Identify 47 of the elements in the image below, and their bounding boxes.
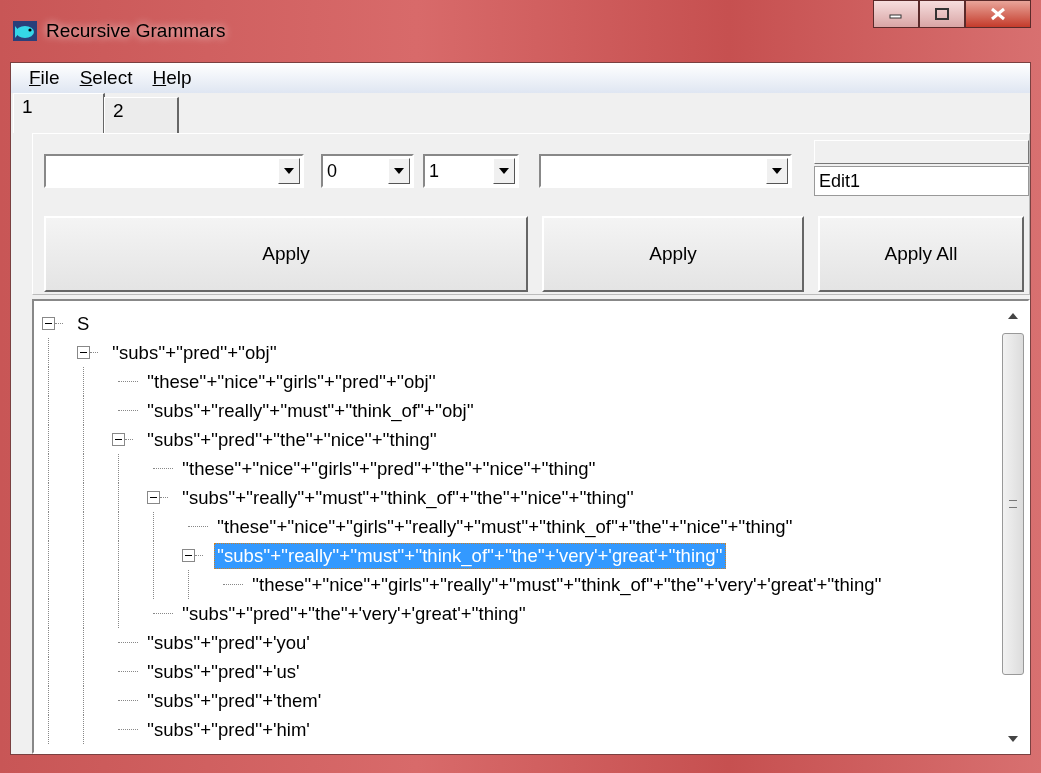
tree-node[interactable]: ''subs''+''pred''+''the''+''nice''+''thing'': [144, 426, 440, 453]
dropdown[interactable]: 1: [423, 154, 519, 188]
scroll-up-icon[interactable]: [1008, 313, 1018, 319]
close-button[interactable]: [965, 0, 1031, 28]
tree-node[interactable]: ''these''+''nice''+''girls''+''really''+''must''+''think_of''+''the''+''nice''+''thing'': [214, 513, 796, 540]
dropdown[interactable]: 0: [321, 154, 414, 188]
scrollbar-thumb[interactable]: [1002, 333, 1024, 675]
apply-button[interactable]: Apply: [542, 216, 804, 292]
tree-node[interactable]: ''subs''+''pred''+'us': [144, 658, 303, 685]
maximize-icon: [935, 8, 949, 20]
tree-node[interactable]: S: [74, 310, 93, 337]
tree-node[interactable]: ''subs''+''pred''+'them': [144, 687, 325, 714]
tab[interactable]: 1: [13, 93, 105, 133]
dropdown[interactable]: [44, 154, 304, 188]
maximize-button[interactable]: [919, 0, 965, 28]
fish-icon: [12, 20, 38, 42]
menu-item[interactable]: File: [21, 67, 68, 89]
apply-button[interactable]: Apply: [44, 216, 528, 292]
menu-item[interactable]: Help: [144, 67, 200, 89]
dropdown-arrow-icon: [284, 168, 294, 174]
collapse-box-icon[interactable]: [112, 433, 125, 446]
input-field[interactable]: Edit1: [814, 166, 1029, 196]
tree-node[interactable]: ''subs''+''really''+''must''+''think_of''+''the''+''nice''+''thing'': [179, 484, 637, 511]
tree-node[interactable]: ''subs''+''pred''+''the''+'very'+'great'+''thing'': [179, 600, 529, 627]
close-icon: [990, 7, 1006, 21]
blank-button[interactable]: [814, 140, 1029, 164]
tree-node[interactable]: ''these''+''nice''+''girls''+''really''+''must''+''think_of''+''the''+'very'+'great'+''thing'': [249, 571, 885, 598]
tree-node[interactable]: ''these''+''nice''+''girls''+''pred''+''obj'': [144, 368, 439, 395]
dropdown[interactable]: [539, 154, 792, 188]
window-title: Recursive Grammars: [46, 20, 226, 42]
minimize-button[interactable]: [873, 0, 919, 28]
collapse-box-icon[interactable]: [182, 549, 195, 562]
dropdown-arrow-icon: [772, 168, 782, 174]
tree-node[interactable]: ''subs''+''pred''+''obj'': [109, 339, 280, 366]
menu-item[interactable]: Select: [71, 67, 141, 89]
apply-button[interactable]: Apply All: [818, 216, 1024, 292]
collapse-box-icon[interactable]: [77, 346, 90, 359]
collapse-box-icon[interactable]: [147, 491, 160, 504]
tab[interactable]: 2: [104, 97, 179, 133]
dropdown-arrow-icon: [499, 168, 509, 174]
dropdown-arrow-icon: [394, 168, 404, 174]
collapse-box-icon[interactable]: [42, 317, 55, 330]
tree-node[interactable]: ''these''+''nice''+''girls''+''pred''+''the''+''nice''+''thing'': [179, 455, 599, 482]
tree-node[interactable]: ''subs''+''really''+''must''+''think_of''+''obj'': [144, 397, 477, 424]
tree-node[interactable]: ''subs''+''pred''+'him': [144, 716, 313, 743]
tree-node[interactable]: ''subs''+''pred''+'you': [144, 629, 313, 656]
scroll-down-icon[interactable]: [1008, 736, 1018, 742]
